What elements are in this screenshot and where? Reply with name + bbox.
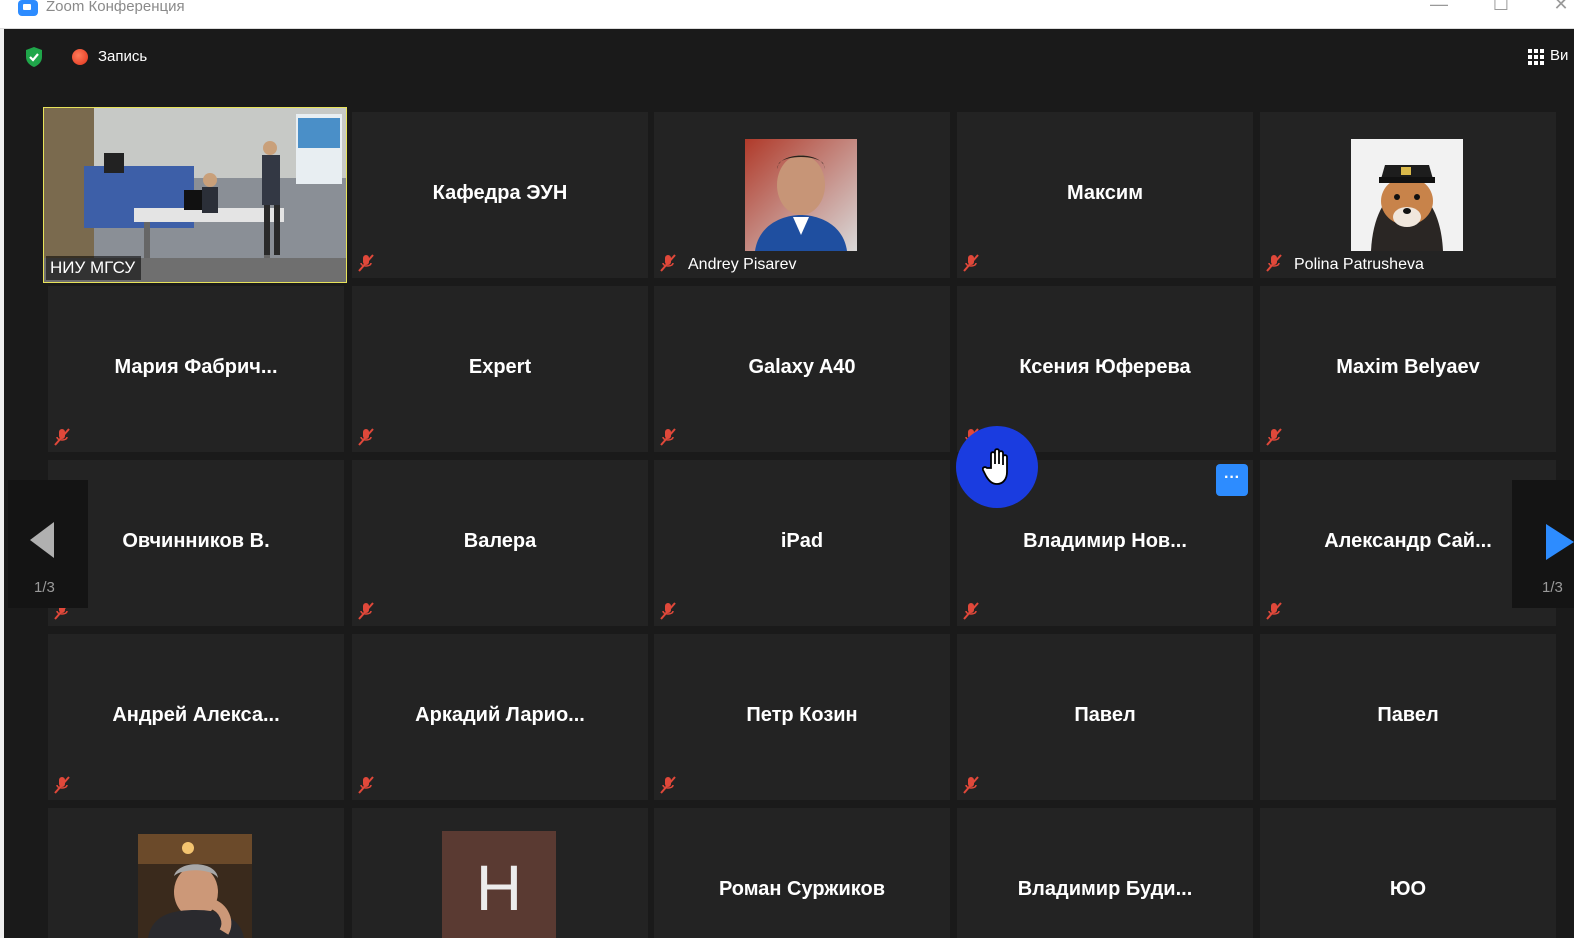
window-title: Zoom Конференция [46, 0, 185, 15]
more-options-button[interactable]: ··· [1216, 464, 1248, 496]
participant-name: Максим [1067, 182, 1143, 204]
minimize-button[interactable]: — [1424, 0, 1454, 15]
participant-name: Polina Patrusheva [1294, 256, 1424, 273]
participant-tile[interactable]: ЮО [1260, 808, 1556, 938]
participant-name: Andrey Pisarev [688, 256, 797, 273]
participant-name: Овчинников В. [122, 530, 270, 552]
muted-mic-icon [963, 602, 979, 620]
participant-photo [1351, 139, 1463, 251]
muted-mic-icon [54, 776, 70, 794]
close-button[interactable]: ✕ [1546, 0, 1574, 15]
participant-name: Ксения Юферева [1019, 356, 1191, 378]
participant-name: iPad [780, 530, 824, 552]
participant-tile[interactable]: Владимир Буди... [957, 808, 1253, 938]
participant-tile[interactable]: Polina Patrusheva [1260, 112, 1556, 278]
participant-photo [745, 139, 857, 251]
page-indicator-right: 1/3 [1542, 579, 1563, 596]
participant-name: Galaxy A40 [748, 356, 856, 378]
recording-icon [72, 49, 88, 65]
muted-mic-icon [54, 428, 70, 446]
muted-mic-icon [1266, 602, 1282, 620]
participant-tile[interactable]: Павел [1260, 634, 1556, 800]
participant-tile[interactable]: Andrey Pisarev [654, 112, 950, 278]
participant-name: Владимир Нов... [1023, 530, 1187, 552]
muted-mic-icon [660, 776, 676, 794]
participant-tile[interactable] [48, 808, 344, 938]
participant-name: Кафедра ЭУН [432, 182, 568, 204]
participant-name: Валера [463, 530, 537, 552]
chevron-right-icon [1546, 524, 1574, 560]
participant-name: Expert [468, 356, 532, 378]
participant-name: Петр Козин [746, 704, 858, 726]
participant-tile[interactable]: Павел [957, 634, 1253, 800]
participant-name: Андрей Алекса... [112, 704, 280, 726]
muted-mic-icon [1266, 428, 1282, 446]
muted-mic-icon [1266, 254, 1282, 272]
page-indicator-left: 1/3 [34, 579, 55, 596]
participant-tile-niu-mgsu[interactable]: НИУ МГСУ [43, 107, 347, 283]
meeting-topbar: Запись Ви [4, 29, 1574, 84]
participant-tile[interactable]: Максим [957, 112, 1253, 278]
muted-mic-icon [358, 428, 374, 446]
muted-mic-icon [358, 776, 374, 794]
participant-tile[interactable]: Мария Фабрич... [48, 286, 344, 452]
participant-name: НИУ МГСУ [46, 256, 142, 280]
participant-tile[interactable]: Galaxy A40 [654, 286, 950, 452]
chevron-left-icon [30, 522, 54, 558]
gallery-view-icon[interactable] [1528, 49, 1544, 65]
window-titlebar: Zoom Конференция — ☐ ✕ [0, 0, 1574, 29]
participant-name: Аркадий Ларио... [415, 704, 585, 726]
participant-name: Павел [1377, 704, 1439, 726]
maximize-button[interactable]: ☐ [1486, 0, 1516, 15]
muted-mic-icon [660, 254, 676, 272]
muted-mic-icon [963, 254, 979, 272]
participant-name: Мария Фабрич... [114, 356, 278, 378]
participant-tile[interactable]: Валера [352, 460, 648, 626]
letter-avatar: H [442, 831, 556, 938]
window-edge [0, 29, 4, 938]
participant-name: Владимир Буди... [1017, 878, 1193, 900]
shield-icon[interactable] [24, 46, 44, 68]
muted-mic-icon [660, 428, 676, 446]
view-button-label[interactable]: Ви [1550, 47, 1568, 64]
muted-mic-icon [660, 602, 676, 620]
participant-tile[interactable]: Expert [352, 286, 648, 452]
participant-name: Maxim Belyaev [1336, 356, 1480, 378]
participant-photo [138, 834, 252, 938]
participant-tile[interactable]: Кафедра ЭУН [352, 112, 648, 278]
muted-mic-icon [358, 602, 374, 620]
participant-name: Павел [1074, 704, 1136, 726]
participant-tile[interactable]: iPad [654, 460, 950, 626]
participant-tile[interactable]: Maxim Belyaev [1260, 286, 1556, 452]
muted-mic-icon [358, 254, 374, 272]
muted-mic-icon [963, 776, 979, 794]
participant-tile[interactable]: Андрей Алекса... [48, 634, 344, 800]
participant-name: Роман Суржиков [718, 878, 886, 900]
participant-tile[interactable]: Аркадий Ларио... [352, 634, 648, 800]
participant-tile[interactable]: Роман Суржиков [654, 808, 950, 938]
recording-label[interactable]: Запись [98, 48, 147, 65]
participant-tile[interactable]: Овчинников В. [48, 460, 344, 626]
participant-tile[interactable]: Петр Козин [654, 634, 950, 800]
hand-cursor-icon [956, 426, 1038, 508]
participant-tile[interactable]: H [352, 808, 648, 938]
zoom-app-icon [18, 0, 38, 16]
participant-name: ЮО [1389, 878, 1427, 900]
